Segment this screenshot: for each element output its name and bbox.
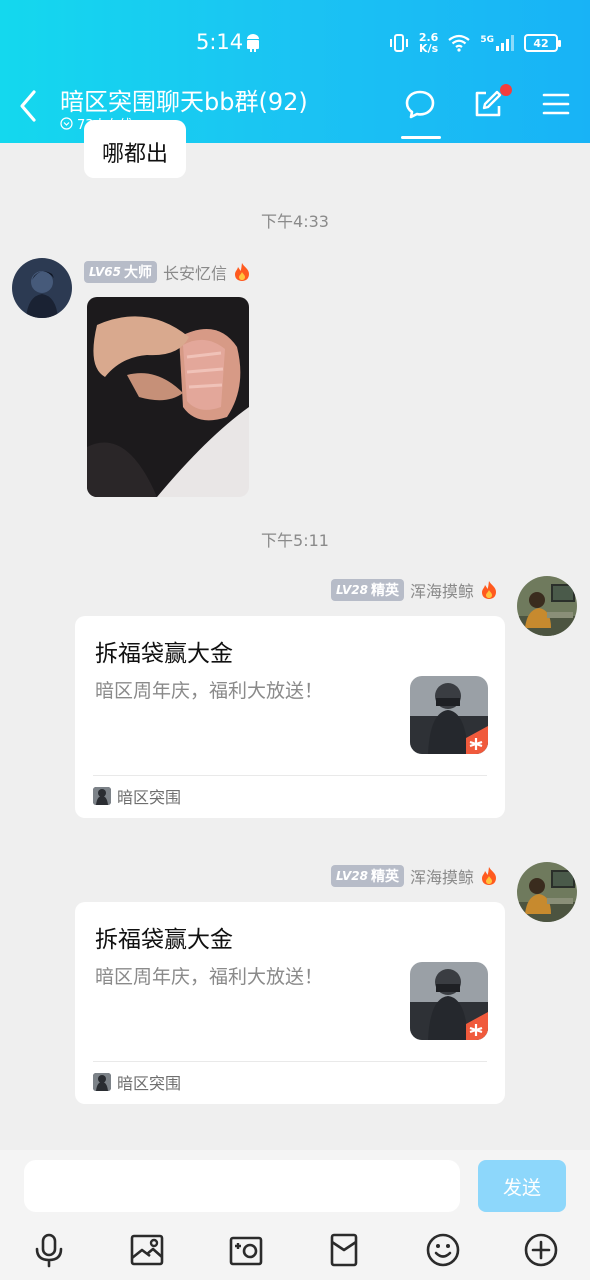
chat-icon[interactable] xyxy=(404,88,436,120)
back-icon[interactable] xyxy=(14,88,44,124)
card-description: 暗区周年庆，福利大放送！ xyxy=(95,680,324,702)
emoji-icon[interactable] xyxy=(425,1232,461,1268)
send-button[interactable]: 发送 xyxy=(478,1160,566,1212)
sender-meta: LV65 大师 长安忆信 xyxy=(84,260,251,284)
message-bubble-previous[interactable]: 哪都出 xyxy=(84,120,186,178)
net-speed: 2.6 K/s xyxy=(418,31,439,55)
signal-icon: 5G xyxy=(480,35,514,51)
status-bar: 5:14 2.6 K/s 5G 42 xyxy=(0,28,590,62)
sender-name[interactable]: 浑海摸鲸 xyxy=(410,864,474,888)
level-badge: LV28 精英 xyxy=(331,579,404,601)
divider xyxy=(93,775,487,776)
avatar[interactable] xyxy=(517,576,577,636)
fire-icon xyxy=(482,581,496,599)
sender-meta: LV28 精英 浑海摸鲸 xyxy=(331,864,498,888)
chevron-down-circle-icon xyxy=(60,117,73,130)
android-icon xyxy=(247,34,259,52)
card-source: 暗区突围 xyxy=(93,784,181,808)
timestamp: 下午5:11 xyxy=(261,531,329,550)
notification-dot xyxy=(500,84,512,96)
group-title[interactable]: 暗区突围聊天bb群(92) xyxy=(60,82,308,117)
timestamp: 下午4:33 xyxy=(261,212,329,231)
status-time: 5:14 xyxy=(196,30,244,54)
card-source: 暗区突围 xyxy=(93,1070,181,1094)
card-description: 暗区周年庆，福利大放送！ xyxy=(95,966,324,988)
avatar[interactable] xyxy=(517,862,577,922)
vibrate-icon xyxy=(389,34,408,52)
divider xyxy=(93,1061,487,1062)
wifi-icon xyxy=(448,34,471,52)
avatar[interactable] xyxy=(12,258,72,318)
mic-icon[interactable] xyxy=(31,1232,67,1268)
sender-meta: LV28 精英 浑海摸鲸 xyxy=(331,578,498,602)
card-title: 拆福袋赢大金 xyxy=(95,641,233,667)
share-card[interactable]: 拆福袋赢大金 暗区周年庆，福利大放送！ 暗区突围 xyxy=(75,902,505,1104)
fire-icon xyxy=(482,867,496,885)
app-source-icon xyxy=(93,1073,111,1091)
battery-icon: 42 xyxy=(524,34,561,52)
sender-name[interactable]: 浑海摸鲸 xyxy=(410,578,474,602)
image-message[interactable] xyxy=(87,297,249,497)
menu-icon[interactable] xyxy=(540,88,572,120)
game-thumbnail xyxy=(410,676,488,754)
level-badge: LV28 精英 xyxy=(331,865,404,887)
edit-icon[interactable] xyxy=(472,88,504,120)
camera-icon[interactable] xyxy=(228,1232,264,1268)
sender-name[interactable]: 长安忆信 xyxy=(163,260,227,284)
card-title: 拆福袋赢大金 xyxy=(95,927,233,953)
game-thumbnail xyxy=(410,962,488,1040)
level-badge: LV65 大师 xyxy=(84,261,157,283)
plus-icon[interactable] xyxy=(523,1232,559,1268)
share-card[interactable]: 拆福袋赢大金 暗区周年庆，福利大放送！ 暗区突围 xyxy=(75,616,505,818)
input-area: 发送 xyxy=(0,1150,590,1280)
message-input[interactable] xyxy=(24,1160,460,1212)
fire-icon xyxy=(235,263,249,281)
red-packet-icon[interactable] xyxy=(326,1232,362,1268)
image-icon[interactable] xyxy=(129,1232,165,1268)
app-source-icon xyxy=(93,787,111,805)
active-tab-indicator xyxy=(401,136,441,139)
